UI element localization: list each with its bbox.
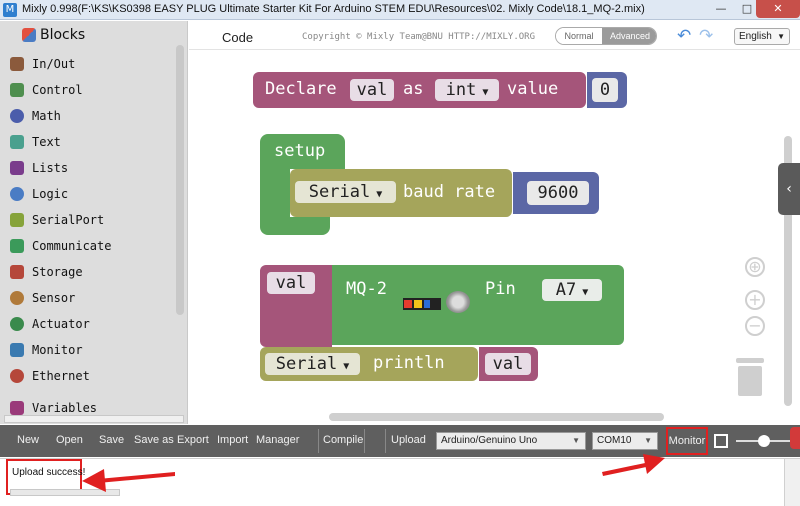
annotation-arrows bbox=[82, 454, 665, 492]
arrow-to-monitor-icon bbox=[602, 454, 665, 476]
arrow-to-output-icon bbox=[82, 469, 175, 492]
